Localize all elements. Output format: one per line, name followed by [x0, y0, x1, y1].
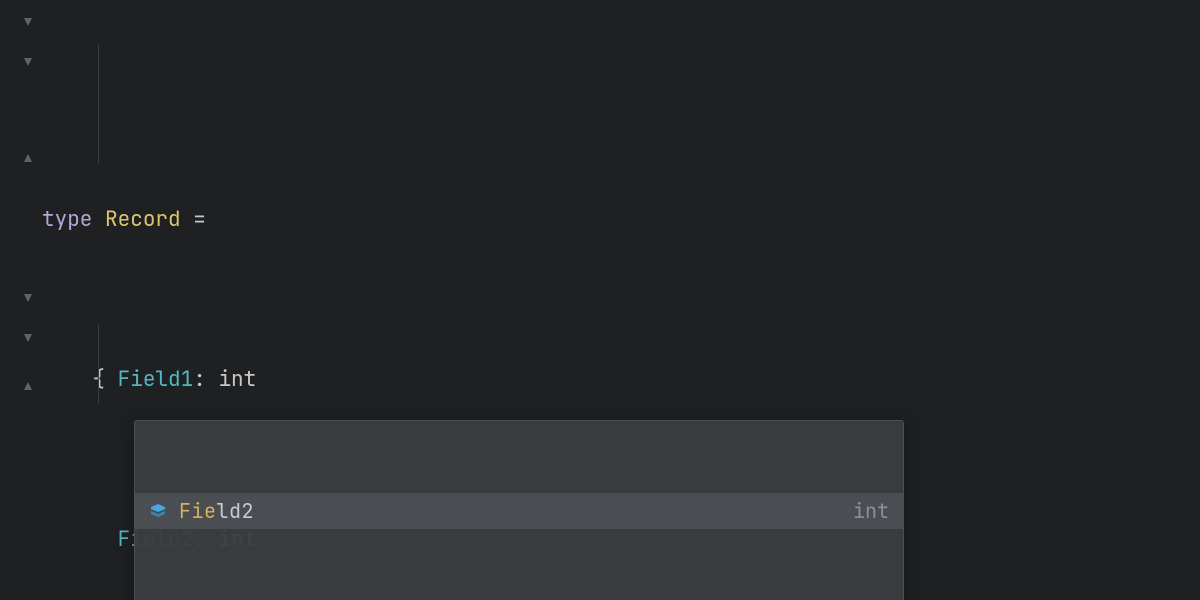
completion-item[interactable]: Field2 int: [135, 493, 903, 529]
completion-popup[interactable]: Field2 int Field3 int FieldFromAnotherRe…: [134, 420, 904, 600]
code-area[interactable]: type Record = { Field1: int Field2: int …: [42, 0, 1200, 600]
field-icon: [149, 502, 167, 520]
completion-type: int: [853, 493, 889, 529]
fold-icon[interactable]: [20, 330, 38, 348]
fold-icon[interactable]: [20, 290, 38, 308]
code-line[interactable]: type Record =: [42, 200, 1200, 240]
code-editor[interactable]: type Record = { Field1: int Field2: int …: [0, 0, 1200, 600]
field-name: Field1: [118, 366, 194, 393]
fold-icon[interactable]: [20, 14, 38, 32]
gutter: [0, 0, 42, 600]
fold-icon[interactable]: [20, 150, 38, 168]
code-line[interactable]: { Field1: int: [42, 360, 1200, 400]
type-int: int: [218, 366, 256, 393]
type-name: Record: [105, 206, 181, 233]
keyword: type: [42, 206, 92, 233]
completion-label: Field2: [179, 493, 841, 529]
equals: =: [193, 206, 206, 233]
fold-icon[interactable]: [20, 378, 38, 396]
colon: :: [193, 366, 206, 393]
fold-icon[interactable]: [20, 54, 38, 72]
